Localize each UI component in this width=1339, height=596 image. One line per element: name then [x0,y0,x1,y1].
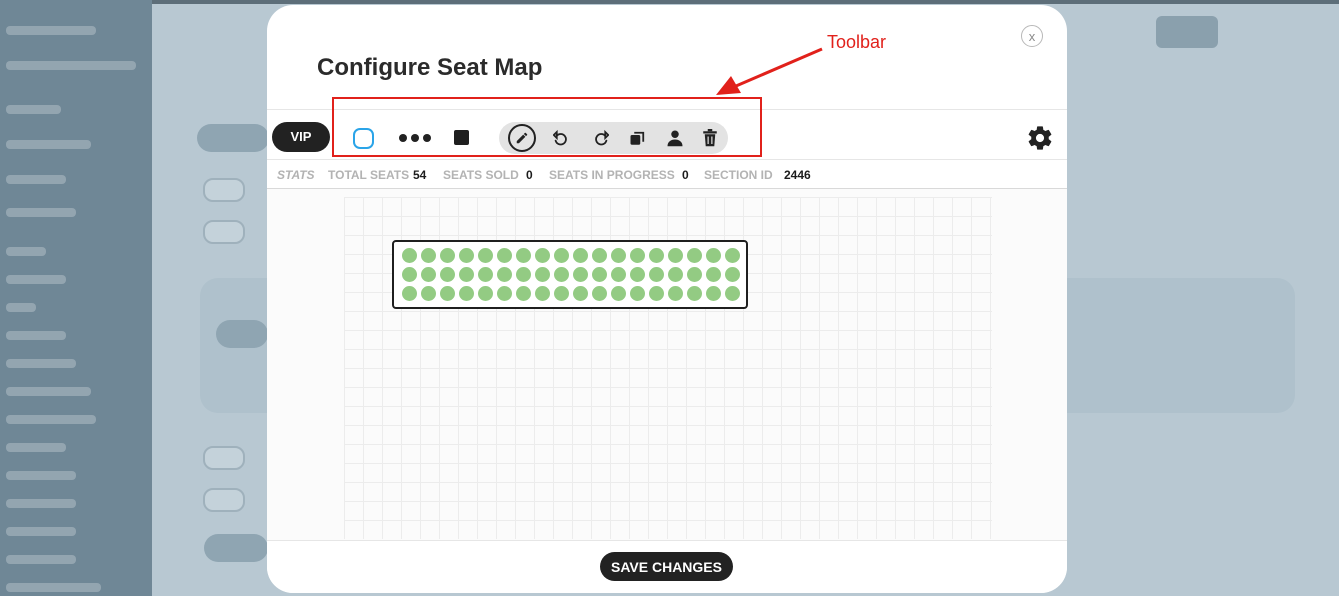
seat[interactable] [421,267,436,282]
seat[interactable] [535,267,550,282]
circle-select-icon[interactable] [350,125,376,151]
seat[interactable] [725,248,740,263]
seat[interactable] [611,267,626,282]
toolbar: VIP [267,109,1067,160]
seat[interactable] [611,248,626,263]
background-sidebar [0,0,152,596]
seat[interactable] [554,267,569,282]
seat[interactable] [459,286,474,301]
square-seat-icon[interactable] [451,127,471,147]
seat[interactable] [668,248,683,263]
modal-footer: SAVE CHANGES [267,540,1067,593]
undo-icon[interactable] [549,125,575,151]
seat[interactable] [687,248,702,263]
background-topbar [152,0,1339,4]
seat[interactable] [440,286,455,301]
seats-sold-value: 0 [526,168,533,182]
seat[interactable] [573,286,588,301]
edit-tool-group [499,122,728,154]
section-id-value: 2446 [784,168,811,182]
seat[interactable] [516,267,531,282]
seat[interactable] [687,286,702,301]
seat[interactable] [573,248,588,263]
seat[interactable] [725,267,740,282]
seat[interactable] [497,286,512,301]
stats-label: STATS [277,168,315,182]
seat[interactable] [478,248,493,263]
pencil-icon[interactable] [508,124,536,152]
seat[interactable] [706,286,721,301]
seat[interactable] [630,267,645,282]
seat[interactable] [459,248,474,263]
seat[interactable] [687,267,702,282]
seat[interactable] [630,248,645,263]
annotation-arrow-icon [716,47,823,95]
dots-row-icon[interactable] [395,125,435,151]
seat[interactable] [440,248,455,263]
seat[interactable] [706,248,721,263]
seat[interactable] [649,248,664,263]
seat[interactable] [402,286,417,301]
redo-icon[interactable] [587,125,613,151]
seat[interactable] [478,286,493,301]
seat[interactable] [497,267,512,282]
seat-map-modal: Configure Seat Map x VIP STATS TOTAL SEA… [267,5,1067,593]
seat[interactable] [535,248,550,263]
seat[interactable] [668,267,683,282]
gear-icon[interactable] [1026,124,1054,152]
section-badge[interactable]: VIP [272,122,330,152]
seat[interactable] [592,286,607,301]
toolbar-annotation-label: Toolbar [827,32,887,52]
seat[interactable] [630,286,645,301]
seat[interactable] [725,286,740,301]
seat[interactable] [440,267,455,282]
seat[interactable] [516,248,531,263]
seats-in-progress-value: 0 [682,168,689,182]
seat[interactable] [592,248,607,263]
save-changes-button[interactable]: SAVE CHANGES [600,552,733,581]
seat[interactable] [421,286,436,301]
modal-title: Configure Seat Map [317,54,543,81]
copy-icon[interactable] [625,125,651,151]
seat[interactable] [535,286,550,301]
section-id-label: SECTION ID [704,168,773,182]
total-seats-value: 54 [413,168,427,182]
total-seats-label: TOTAL SEATS [328,168,410,182]
seat[interactable] [668,286,683,301]
trash-icon[interactable] [697,125,723,151]
seat[interactable] [573,267,588,282]
seat[interactable] [421,248,436,263]
seat[interactable] [554,248,569,263]
seat-section[interactable] [392,240,748,309]
seats-sold-label: SEATS SOLD [443,168,519,182]
seat[interactable] [649,286,664,301]
seat[interactable] [402,267,417,282]
seat[interactable] [592,267,607,282]
stats-bar: STATS TOTAL SEATS 54 SEATS SOLD 0 SEATS … [267,158,1067,189]
seat[interactable] [478,267,493,282]
seat[interactable] [497,248,512,263]
seat[interactable] [459,267,474,282]
seat[interactable] [516,286,531,301]
seat[interactable] [611,286,626,301]
seat-map-canvas[interactable] [267,189,1067,540]
seat[interactable] [554,286,569,301]
seat[interactable] [649,267,664,282]
seat[interactable] [402,248,417,263]
close-button[interactable]: x [1021,25,1043,47]
person-icon[interactable] [662,125,688,151]
seats-in-progress-label: SEATS IN PROGRESS [549,168,675,182]
seat[interactable] [706,267,721,282]
